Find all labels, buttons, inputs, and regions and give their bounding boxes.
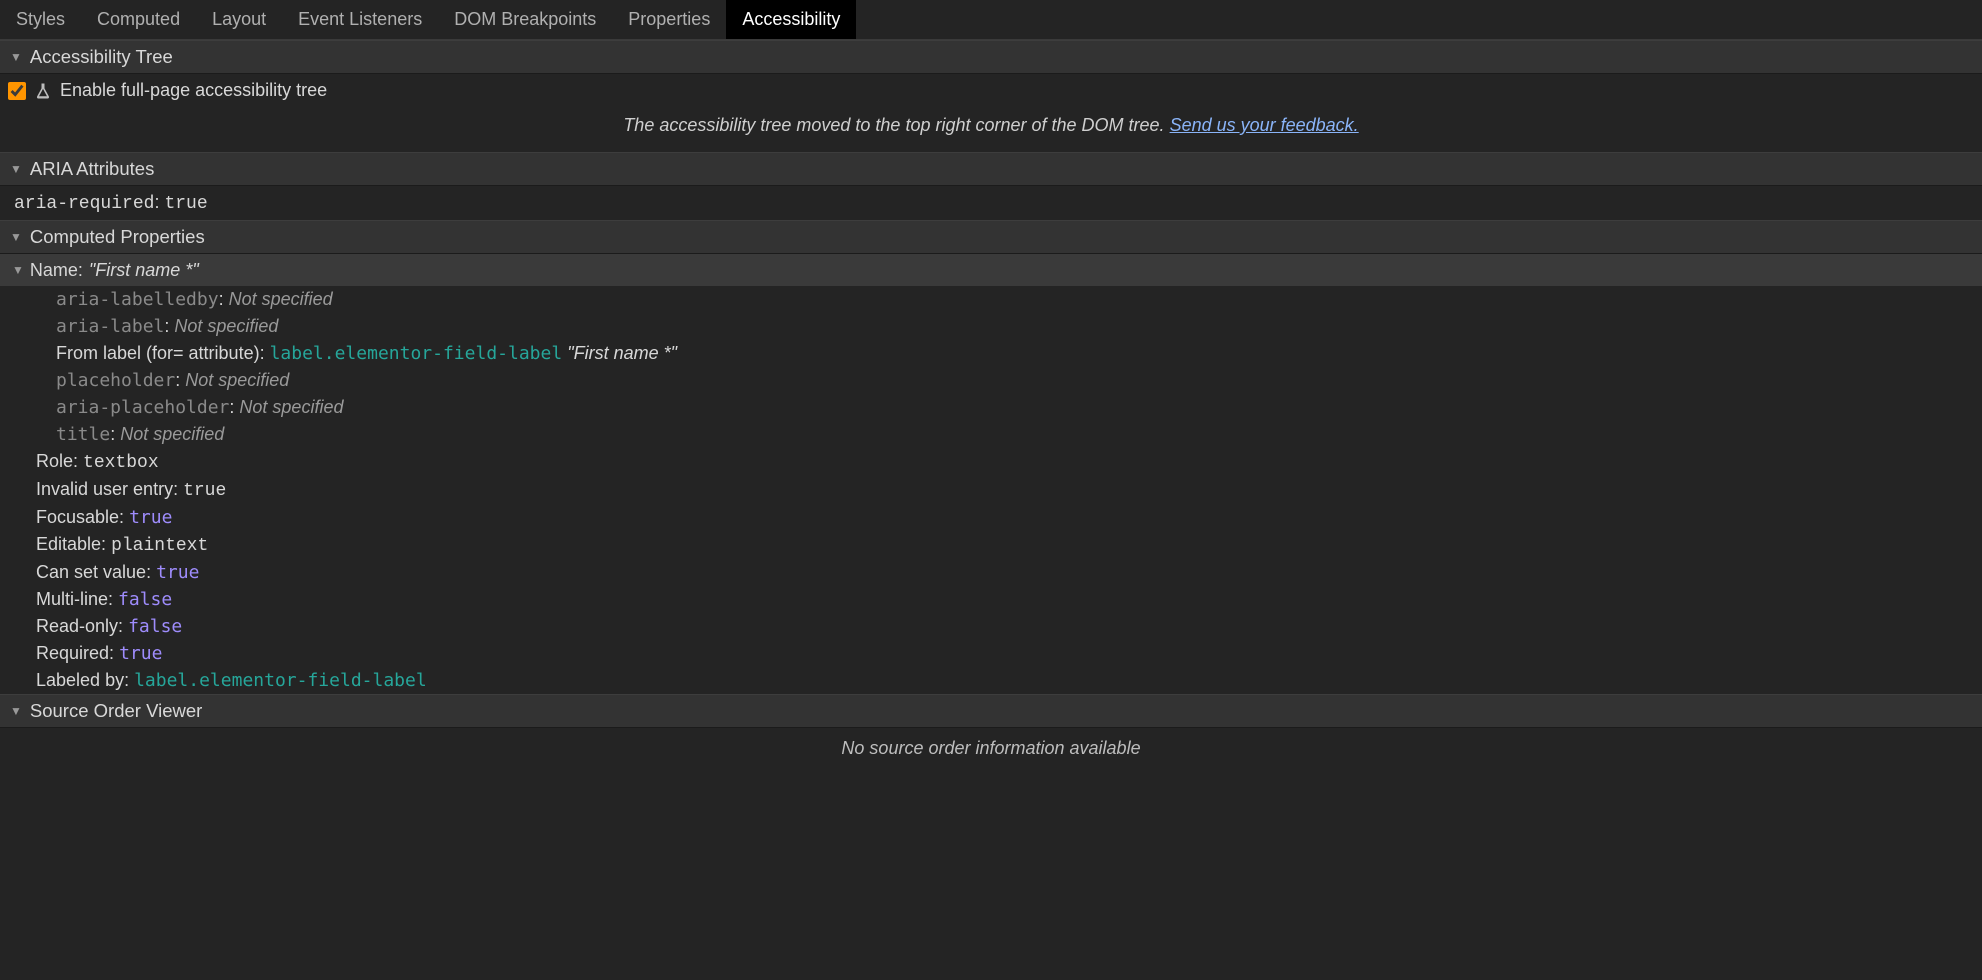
computed-property-row: Invalid user entry: true <box>0 476 1982 504</box>
accessibility-tree-banner: The accessibility tree moved to the top … <box>0 107 1982 152</box>
computed-property-row: Read-only: false <box>0 613 1982 640</box>
aria-attr-value: true <box>164 194 207 214</box>
name-source-row: aria-label: Not specified <box>0 313 1982 340</box>
tab-event-listeners[interactable]: Event Listeners <box>282 0 438 39</box>
source-order-message: No source order information available <box>0 728 1982 773</box>
source-value: Not specified <box>120 424 224 444</box>
tab-styles[interactable]: Styles <box>0 0 81 39</box>
label-value: "First name *" <box>562 343 677 363</box>
name-label: Name: <box>30 260 83 281</box>
triangle-down-icon: ▼ <box>10 704 22 718</box>
section-accessibility-tree-header[interactable]: ▼ Accessibility Tree <box>0 40 1982 74</box>
tab-dom-breakpoints[interactable]: DOM Breakpoints <box>438 0 612 39</box>
section-title: ARIA Attributes <box>30 158 154 180</box>
label-selector[interactable]: label.elementor-field-label <box>270 343 563 364</box>
triangle-down-icon: ▼ <box>10 50 22 64</box>
source-value: Not specified <box>185 370 289 390</box>
name-source-row: title: Not specified <box>0 421 1982 448</box>
computed-property-row: Can set value: true <box>0 559 1982 586</box>
prop-label: Can set value: <box>36 562 156 582</box>
name-source-row: From label (for= attribute): label.eleme… <box>0 340 1982 367</box>
tab-properties[interactable]: Properties <box>612 0 726 39</box>
prop-value: textbox <box>83 453 159 473</box>
send-feedback-link[interactable]: Send us your feedback. <box>1170 115 1359 135</box>
triangle-down-icon: ▼ <box>12 263 24 277</box>
tab-layout[interactable]: Layout <box>196 0 282 39</box>
prop-label: Invalid user entry: <box>36 479 183 499</box>
prop-value: true <box>129 507 172 528</box>
triangle-down-icon: ▼ <box>10 230 22 244</box>
tab-computed[interactable]: Computed <box>81 0 196 39</box>
computed-property-row: Multi-line: false <box>0 586 1982 613</box>
prop-label: Editable: <box>36 534 111 554</box>
flask-icon <box>34 82 52 100</box>
enable-full-page-tree-row: Enable full-page accessibility tree <box>0 74 1982 107</box>
labeled-by-label: Labeled by: <box>36 670 134 690</box>
prop-label: Multi-line: <box>36 589 118 609</box>
name-source-row: aria-labelledby: Not specified <box>0 286 1982 313</box>
source-attr: title <box>56 424 110 445</box>
labeled-by-row: Labeled by: label.elementor-field-label <box>0 667 1982 694</box>
prop-label: Read-only: <box>36 616 128 636</box>
prop-value: false <box>128 616 182 637</box>
prop-value: plaintext <box>111 536 208 556</box>
source-value: Not specified <box>174 316 278 336</box>
section-title: Accessibility Tree <box>30 46 173 68</box>
source-attr: aria-placeholder <box>56 397 229 418</box>
labeled-by-value[interactable]: label.elementor-field-label <box>134 670 427 691</box>
name-source-row: aria-placeholder: Not specified <box>0 394 1982 421</box>
source-value: Not specified <box>229 289 333 309</box>
banner-text: The accessibility tree moved to the top … <box>623 115 1169 135</box>
computed-property-row: Editable: plaintext <box>0 531 1982 559</box>
name-source-row: placeholder: Not specified <box>0 367 1982 394</box>
computed-name-row[interactable]: ▼ Name: "First name *" <box>0 254 1982 286</box>
name-value: "First name *" <box>89 260 199 281</box>
prop-label: Role: <box>36 451 83 471</box>
computed-property-row: Focusable: true <box>0 504 1982 531</box>
tab-accessibility[interactable]: Accessibility <box>726 0 856 39</box>
aria-attribute-row: aria-required: true <box>0 186 1982 220</box>
section-computed-properties-header[interactable]: ▼ Computed Properties <box>0 220 1982 254</box>
prop-value: false <box>118 589 172 610</box>
computed-property-row: Required: true <box>0 640 1982 667</box>
from-label-text: From label (for= attribute): <box>56 343 270 363</box>
computed-property-row: Role: textbox <box>0 448 1982 476</box>
section-title: Computed Properties <box>30 226 205 248</box>
prop-label: Required: <box>36 643 119 663</box>
source-attr: aria-labelledby <box>56 289 219 310</box>
prop-value: true <box>183 481 226 501</box>
triangle-down-icon: ▼ <box>10 162 22 176</box>
source-attr: placeholder <box>56 370 175 391</box>
prop-value: true <box>119 643 162 664</box>
source-attr: aria-label <box>56 316 164 337</box>
enable-full-page-tree-checkbox[interactable] <box>8 82 26 100</box>
aria-attr-name: aria-required <box>14 194 154 214</box>
section-title: Source Order Viewer <box>30 700 202 722</box>
section-aria-attributes-header[interactable]: ▼ ARIA Attributes <box>0 152 1982 186</box>
devtools-tabbar: StylesComputedLayoutEvent ListenersDOM B… <box>0 0 1982 40</box>
section-source-order-header[interactable]: ▼ Source Order Viewer <box>0 694 1982 728</box>
prop-label: Focusable: <box>36 507 129 527</box>
source-value: Not specified <box>239 397 343 417</box>
enable-full-page-tree-label: Enable full-page accessibility tree <box>60 80 327 101</box>
prop-value: true <box>156 562 199 583</box>
